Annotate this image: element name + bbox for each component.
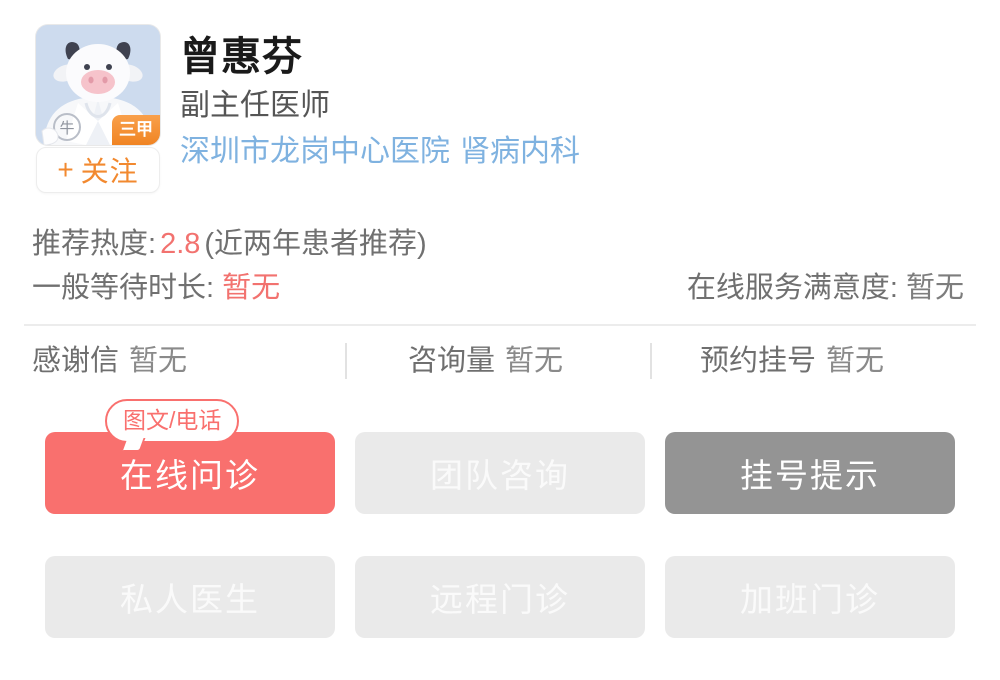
- section-divider: [24, 324, 976, 326]
- wait-time-label: 一般等待时长:: [32, 272, 215, 304]
- stat-thanks-letter[interactable]: 感谢信 暂无: [32, 333, 187, 389]
- stat-label: 咨询量: [408, 345, 496, 377]
- stat-appointment-registration[interactable]: 预约挂号 暂无: [700, 333, 884, 389]
- recommend-heat-row: 推荐热度: 2.8 (近两年患者推荐): [0, 222, 1000, 266]
- service-satisfaction-value: 暂无: [905, 272, 964, 304]
- action-row-1: 图文/电话 在线问诊 团队咨询 挂号提示: [0, 399, 1000, 514]
- stats-row: 感谢信 暂无 咨询量 暂无 预约挂号 暂无: [0, 333, 1000, 389]
- button-label: 在线问诊: [120, 457, 260, 494]
- overtime-clinic-button: 加班门诊: [665, 556, 955, 638]
- remote-clinic-button: 远程门诊: [355, 556, 645, 638]
- button-label: 挂号提示: [740, 457, 880, 494]
- wait-and-satisfaction-row: 一般等待时长: 暂无 在线服务满意度: 暂无: [0, 266, 1000, 310]
- service-satisfaction-label: 在线服务满意度:: [686, 272, 898, 304]
- doctor-profile-header: 牛 三甲 + 关注 曾惠芬 副主任医师 深圳市龙岗中心医院 肾病内科: [0, 0, 1000, 215]
- wait-time: 一般等待时长: 暂无: [32, 266, 280, 310]
- wait-time-value: 暂无: [222, 272, 281, 304]
- button-label: 私人医生: [120, 581, 260, 618]
- svg-text:牛: 牛: [59, 120, 74, 137]
- doctor-info: 曾惠芬 副主任医师 深圳市龙岗中心医院 肾病内科: [180, 34, 580, 170]
- stats-divider-2: [650, 343, 652, 379]
- doctor-name: 曾惠芬: [180, 35, 303, 79]
- recommend-heat-label: 推荐热度:: [32, 228, 157, 260]
- doctor-affiliation[interactable]: 深圳市龙岗中心医院 肾病内科: [180, 134, 580, 170]
- avatar-block: 牛 三甲 + 关注: [36, 25, 160, 193]
- online-consult-button[interactable]: 在线问诊: [45, 432, 335, 514]
- private-doctor-button: 私人医生: [45, 556, 335, 638]
- recommend-heat-value: 2.8: [160, 228, 201, 260]
- stat-value: 暂无: [505, 345, 564, 377]
- service-satisfaction: 在线服务满意度: 暂无: [687, 266, 964, 310]
- stat-value: 暂无: [129, 345, 188, 377]
- button-label: 团队咨询: [430, 457, 570, 494]
- hospital-name[interactable]: 深圳市龙岗中心医院: [180, 135, 450, 168]
- online-consult-tooltip: 图文/电话: [105, 399, 240, 443]
- stat-value: 暂无: [826, 345, 885, 377]
- hospital-grade-badge: 三甲: [112, 115, 160, 145]
- metrics-section: 推荐热度: 2.8 (近两年患者推荐) 一般等待时长: 暂无 在线服务满意度: 暂无: [0, 222, 1000, 310]
- stat-label: 预约挂号: [700, 345, 817, 377]
- recommend-heat: 推荐热度: 2.8 (近两年患者推荐): [32, 222, 427, 266]
- follow-button-label: 关注: [80, 156, 139, 187]
- plus-icon: +: [57, 154, 75, 185]
- action-row-2: 私人医生 远程门诊 加班门诊: [0, 556, 1000, 638]
- registration-tip-button[interactable]: 挂号提示: [665, 432, 955, 514]
- stats-divider-1: [345, 343, 347, 379]
- doctor-title: 副主任医师: [180, 89, 330, 122]
- department-name[interactable]: 肾病内科: [460, 135, 580, 168]
- follow-button[interactable]: + 关注: [36, 147, 160, 193]
- stat-consultation-count[interactable]: 咨询量 暂无: [408, 333, 563, 389]
- recommend-heat-note: (近两年患者推荐): [204, 228, 427, 260]
- action-buttons: 图文/电话 在线问诊 团队咨询 挂号提示 私人医生 远程门诊 加班门诊: [0, 399, 1000, 680]
- avatar[interactable]: 牛 三甲: [36, 25, 160, 145]
- team-consult-button: 团队咨询: [355, 432, 645, 514]
- button-label: 远程门诊: [430, 581, 570, 618]
- stat-label: 感谢信: [32, 345, 120, 377]
- button-label: 加班门诊: [740, 581, 880, 618]
